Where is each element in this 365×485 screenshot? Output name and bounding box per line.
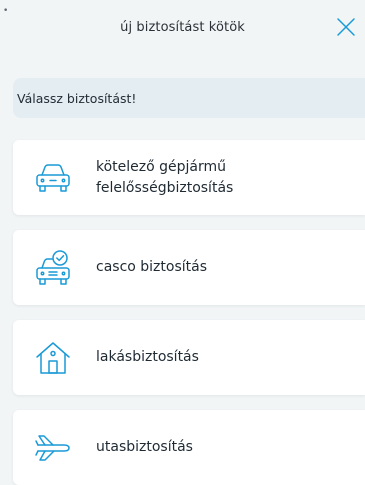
card-mtpl-label-line-1: kötelező gépjármű (96, 158, 227, 175)
card-mtpl[interactable]: kötelező gépjármű felelősségbiztosítás (13, 140, 365, 215)
card-home[interactable]: lakásbiztosítás (13, 320, 365, 395)
close-button[interactable] (335, 16, 357, 38)
card-travel[interactable]: utasbiztosítás (13, 410, 365, 485)
close-icon (337, 18, 355, 36)
header: új biztosítást kötök (0, 0, 365, 62)
car-icon (33, 158, 73, 198)
page-title: új biztosítást kötök (120, 20, 245, 35)
card-home-label: lakásbiztosítás (96, 347, 199, 368)
card-travel-label: utasbiztosítás (96, 437, 193, 458)
car-check-icon (33, 248, 73, 288)
card-mtpl-label-line-2: felelősségbiztosítás (96, 179, 234, 196)
prompt-text: Válassz biztosítást! (17, 90, 137, 106)
card-mtpl-label: kötelező gépjármű felelősségbiztosítás (96, 157, 233, 199)
card-home-label-line-1: lakásbiztosítás (96, 349, 199, 365)
card-travel-label-line-1: utasbiztosítás (96, 439, 193, 455)
choose-insurance-prompt: Válassz biztosítást! (13, 78, 365, 118)
card-casco-label: casco biztosítás (96, 257, 207, 278)
airplane-icon (33, 428, 73, 468)
card-casco[interactable]: casco biztosítás (13, 230, 365, 305)
house-icon (33, 338, 73, 378)
card-casco-label-line-1: casco biztosítás (96, 259, 208, 275)
